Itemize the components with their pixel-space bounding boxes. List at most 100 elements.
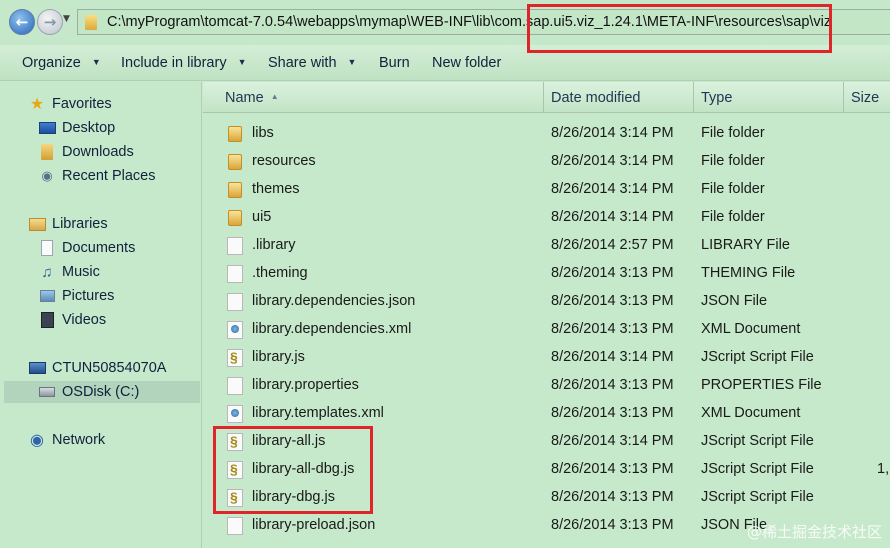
sidebar-item-network[interactable]: ◉ Network xyxy=(28,429,105,451)
file-icon xyxy=(227,517,243,535)
column-header-name[interactable]: Name ▲ xyxy=(225,90,279,106)
column-header-type[interactable]: Type xyxy=(701,90,732,106)
file-name: library.dependencies.json xyxy=(252,293,416,309)
file-row[interactable]: libs 8/26/2014 3:14 PM File folder xyxy=(203,120,890,148)
share-with-button[interactable]: Share with ▼ xyxy=(268,55,356,71)
file-icon xyxy=(227,377,243,395)
file-row[interactable]: library.templates.xml 8/26/2014 3:13 PM XM… xyxy=(203,400,890,428)
file-row[interactable]: ui5 8/26/2014 3:14 PM File folder xyxy=(203,204,890,232)
file-date-modified: 8/26/2014 3:13 PM xyxy=(551,265,674,281)
xml-file-icon xyxy=(227,405,243,423)
file-date-modified: 8/26/2014 3:14 PM xyxy=(551,125,674,141)
file-type: File folder xyxy=(701,181,765,197)
column-header-row: Name ▲ Date modified Type Size xyxy=(203,82,890,113)
file-icon xyxy=(227,265,243,283)
pictures-icon xyxy=(38,288,56,305)
burn-button[interactable]: Burn xyxy=(379,55,410,71)
music-icon: ♫ xyxy=(41,263,53,281)
sidebar-item-videos[interactable]: Videos xyxy=(38,309,106,331)
sidebar-item-downloads[interactable]: Downloads xyxy=(38,141,134,163)
file-icon xyxy=(227,293,243,311)
file-size: 1, xyxy=(877,461,890,477)
file-date-modified: 8/26/2014 3:13 PM xyxy=(551,489,674,505)
file-name: library-preload.json xyxy=(252,517,376,533)
column-header-date-modified[interactable]: Date modified xyxy=(551,90,640,106)
back-button[interactable]: ← xyxy=(9,9,35,35)
file-date-modified: 8/26/2014 3:13 PM xyxy=(551,461,674,477)
file-name: library.properties xyxy=(252,377,359,393)
sort-ascending-icon: ▲ xyxy=(270,92,279,101)
folder-icon xyxy=(228,210,242,226)
file-type: PROPERTIES File xyxy=(701,377,822,393)
file-date-modified: 8/26/2014 3:14 PM xyxy=(551,349,674,365)
file-type: JScript Script File xyxy=(701,433,814,449)
file-row[interactable]: .library 8/26/2014 2:57 PM LIBRARY File xyxy=(203,232,890,260)
file-name: .theming xyxy=(252,265,308,281)
column-divider[interactable] xyxy=(693,82,694,113)
sidebar-item-libraries[interactable]: Libraries xyxy=(28,213,108,235)
sidebar-item-pictures[interactable]: Pictures xyxy=(38,285,114,307)
file-date-modified: 8/26/2014 3:13 PM xyxy=(551,377,674,393)
file-name: resources xyxy=(252,153,316,169)
file-name: library.js xyxy=(252,349,305,365)
chevron-down-icon: ▼ xyxy=(237,57,247,67)
files-highlight-box xyxy=(213,426,373,514)
address-highlight-box xyxy=(527,4,832,53)
file-row[interactable]: library.dependencies.json 8/26/2014 3:13 … xyxy=(203,288,890,316)
file-row[interactable]: resources 8/26/2014 3:14 PM File folder xyxy=(203,148,890,176)
file-row[interactable]: library.js 8/26/2014 3:14 PM JScript Scrip… xyxy=(203,344,890,372)
sidebar-item-favorites[interactable]: ★ Favorites xyxy=(28,93,112,115)
sidebar-item-computer[interactable]: CTUN50854070A xyxy=(28,357,166,379)
libraries-icon xyxy=(28,216,46,233)
sidebar-item-recent-places[interactable]: ◉ Recent Places xyxy=(38,165,155,187)
sidebar-item-osdisk[interactable]: OSDisk (C:) xyxy=(4,381,200,403)
network-icon: ◉ xyxy=(30,432,44,449)
xml-file-icon xyxy=(227,321,243,339)
star-icon: ★ xyxy=(29,96,45,113)
sidebar-item-music[interactable]: ♫ Music xyxy=(38,261,100,283)
organize-button[interactable]: Organize ▼ xyxy=(22,55,101,71)
script-file-icon xyxy=(227,349,243,367)
file-date-modified: 8/26/2014 3:14 PM xyxy=(551,181,674,197)
sidebar-item-desktop[interactable]: Desktop xyxy=(38,117,115,139)
file-date-modified: 8/26/2014 3:14 PM xyxy=(551,433,674,449)
file-type: XML Document xyxy=(701,321,801,337)
recent-places-icon: ◉ xyxy=(41,168,53,183)
file-name: themes xyxy=(252,181,300,197)
file-type: JScript Script File xyxy=(701,461,814,477)
folder-icon xyxy=(85,15,97,30)
file-date-modified: 8/26/2014 3:13 PM xyxy=(551,321,674,337)
forward-button[interactable]: → xyxy=(37,9,63,35)
column-divider[interactable] xyxy=(543,82,544,113)
file-type: JScript Script File xyxy=(701,489,814,505)
file-type: THEMING File xyxy=(701,265,796,281)
file-name: .library xyxy=(252,237,296,253)
chevron-down-icon: ▼ xyxy=(347,57,357,67)
include-in-library-button[interactable]: Include in library ▼ xyxy=(121,55,247,71)
recent-pages-dropdown[interactable]: ▼ xyxy=(63,14,70,24)
desktop-icon xyxy=(38,120,56,137)
new-folder-button[interactable]: New folder xyxy=(432,55,501,71)
file-name: ui5 xyxy=(252,209,272,225)
watermark: @稀土掘金技术社区 xyxy=(746,523,882,541)
documents-icon xyxy=(38,240,56,257)
file-row[interactable]: library.properties 8/26/2014 3:13 PM PROPE… xyxy=(203,372,890,400)
folder-icon xyxy=(228,126,242,142)
file-type: JScript Script File xyxy=(701,349,814,365)
column-divider[interactable] xyxy=(843,82,844,113)
computer-icon xyxy=(28,360,46,377)
column-header-size[interactable]: Size xyxy=(851,90,879,106)
file-row[interactable]: .theming 8/26/2014 3:13 PM THEMING File xyxy=(203,260,890,288)
chevron-down-icon: ▼ xyxy=(91,57,101,67)
file-name: libs xyxy=(252,125,274,141)
file-type: JSON File xyxy=(701,293,768,309)
file-row[interactable]: themes 8/26/2014 3:14 PM File folder xyxy=(203,176,890,204)
file-date-modified: 8/26/2014 2:57 PM xyxy=(551,237,674,253)
sidebar-item-documents[interactable]: Documents xyxy=(38,237,135,259)
file-type: File folder xyxy=(701,153,765,169)
file-date-modified: 8/26/2014 3:13 PM xyxy=(551,293,674,309)
file-name: library.dependencies.xml xyxy=(252,321,412,337)
file-row[interactable]: library.dependencies.xml 8/26/2014 3:13 P… xyxy=(203,316,890,344)
file-type: File folder xyxy=(701,209,765,225)
file-icon xyxy=(227,237,243,255)
